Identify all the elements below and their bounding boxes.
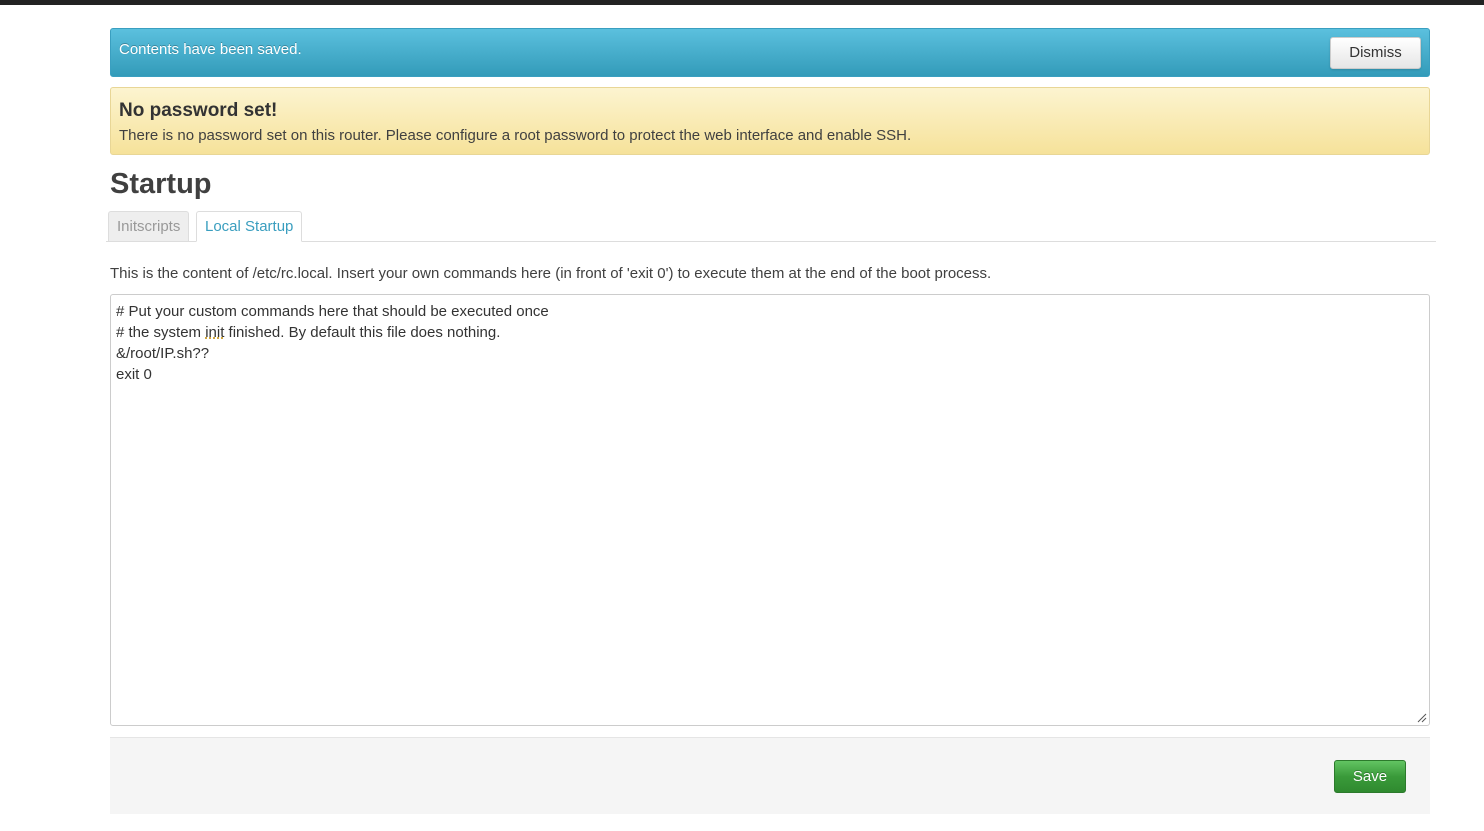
editor-line: &/root/IP.sh?? bbox=[116, 345, 210, 362]
editor-line: # Put your custom commands here that sho… bbox=[116, 303, 549, 320]
rc-local-description: This is the content of /etc/rc.local. In… bbox=[110, 265, 992, 282]
resize-grip-icon[interactable] bbox=[1415, 711, 1427, 723]
no-password-warning: No password set! There is no password se… bbox=[110, 87, 1430, 155]
editor-line: exit 0 bbox=[116, 366, 152, 383]
top-bar bbox=[0, 0, 1484, 5]
save-button[interactable]: Save bbox=[1334, 760, 1406, 793]
warning-body: There is no password set on this router.… bbox=[119, 127, 912, 144]
dismiss-button[interactable]: Dismiss bbox=[1330, 37, 1421, 69]
tab-initscripts[interactable]: Initscripts bbox=[108, 211, 190, 241]
misspelled-word: init bbox=[205, 324, 225, 341]
tab-bar: Initscripts Local Startup bbox=[106, 211, 1436, 242]
rc-local-textarea[interactable]: # Put your custom commands here that sho… bbox=[110, 294, 1430, 726]
warning-title: No password set! bbox=[119, 100, 278, 121]
tab-local-startup[interactable]: Local Startup bbox=[196, 211, 303, 242]
saved-notification: Contents have been saved. Dismiss bbox=[110, 28, 1430, 77]
form-actions: Save bbox=[110, 737, 1430, 814]
editor-line-with-spellcheck: # the system init finished. By default t… bbox=[116, 324, 501, 341]
saved-message: Contents have been saved. bbox=[119, 41, 302, 58]
page-title: Startup bbox=[110, 168, 212, 200]
